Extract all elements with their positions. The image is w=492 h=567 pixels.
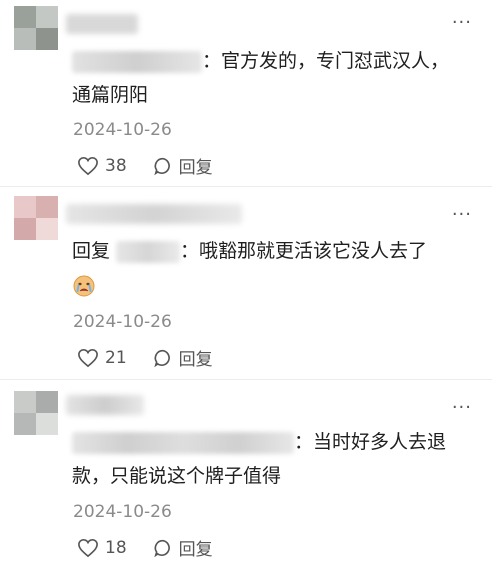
comment-text-line1: ：官方发的，专门怼武汉人， [202, 50, 450, 72]
comment-actions: 38 回复 [77, 153, 239, 178]
comment-text: ：当时好多人去退 款，只能说这个牌子值得 [72, 425, 462, 493]
like-button[interactable]: 38 [77, 156, 127, 176]
username-blurred[interactable] [66, 14, 138, 34]
more-options-icon[interactable]: ··· [452, 399, 472, 417]
reply-prefix: 回复 [72, 240, 111, 262]
comment-date: 2024-10-26 [73, 120, 172, 140]
reply-button[interactable]: 回复 [153, 345, 213, 370]
like-count: 21 [105, 347, 127, 368]
comment-bubble-icon [153, 157, 170, 175]
heart-icon [78, 538, 98, 557]
avatar[interactable] [14, 391, 58, 435]
comment-bubble-icon [153, 349, 170, 367]
comment-text-line2: 通篇阴阳 [72, 84, 149, 106]
avatar[interactable] [14, 6, 58, 50]
comment-actions: 21 回复 [77, 345, 239, 370]
comment-date: 2024-10-26 [73, 502, 172, 522]
divider [0, 379, 492, 380]
comment-date: 2024-10-26 [73, 312, 172, 332]
comment-text: ：官方发的，专门怼武汉人， 通篇阴阳 [72, 44, 462, 112]
comment-text-line1: ：当时好多人去退 [294, 431, 447, 453]
reply-label: 回复 [178, 540, 213, 560]
comment-item: ··· 回复 ：哦豁那就更活该它没人去了 2024-10-26 21 回复 [0, 188, 492, 378]
heart-icon [78, 156, 98, 175]
mentioned-user-blurred[interactable] [72, 50, 202, 73]
reply-button[interactable]: 回复 [153, 535, 213, 560]
like-count: 18 [105, 537, 127, 558]
comment-text-content: ：哦豁那就更活该它没人去了 [180, 240, 428, 262]
more-options-icon[interactable]: ··· [452, 206, 472, 224]
comment-bubble-icon [153, 539, 170, 557]
mentioned-user-blurred[interactable] [72, 431, 294, 454]
username-blurred[interactable] [66, 204, 242, 224]
crying-emoji-icon [72, 274, 96, 298]
reply-button[interactable]: 回复 [153, 153, 213, 178]
comment-item: ··· ：当时好多人去退 款，只能说这个牌子值得 2024-10-26 18 回… [0, 381, 492, 567]
username-blurred[interactable] [66, 395, 144, 415]
avatar[interactable] [14, 196, 58, 240]
reply-label: 回复 [178, 158, 213, 178]
like-button[interactable]: 21 [77, 348, 127, 368]
like-count: 38 [105, 155, 127, 176]
more-options-icon[interactable]: ··· [452, 14, 472, 32]
mentioned-user-blurred[interactable] [116, 240, 181, 263]
like-button[interactable]: 18 [77, 538, 127, 558]
reply-label: 回复 [178, 350, 213, 370]
heart-icon [78, 348, 98, 367]
comment-text: 回复 ：哦豁那就更活该它没人去了 [72, 234, 462, 302]
comment-actions: 18 回复 [77, 535, 239, 560]
comment-item: ··· ：官方发的，专门怼武汉人， 通篇阴阳 2024-10-26 38 回复 [0, 0, 492, 185]
comment-text-line2: 款，只能说这个牌子值得 [72, 465, 282, 487]
divider [0, 186, 492, 187]
